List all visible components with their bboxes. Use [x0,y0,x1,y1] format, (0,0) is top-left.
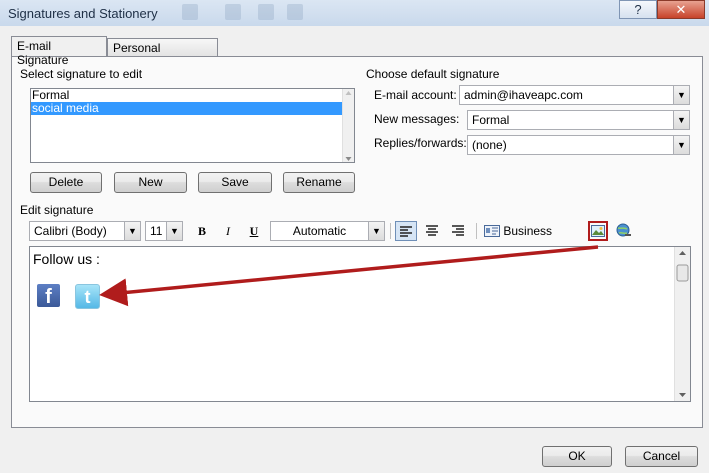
tab-email-signature[interactable]: E-mail Signature [11,36,107,67]
annotation-arrow [99,245,599,307]
